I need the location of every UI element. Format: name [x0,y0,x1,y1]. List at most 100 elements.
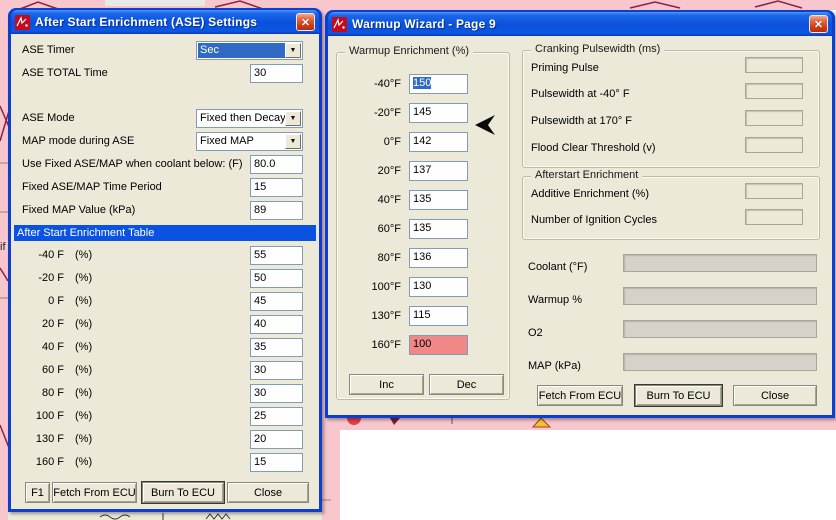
row-temp: 130 F [35,433,64,445]
o2-label: O2 [528,327,543,339]
table-row: 130 F (%) 20 [11,430,319,449]
flood-clear-field [745,137,803,153]
ase-titlebar[interactable]: After Start Enrichment (ASE) Settings ✕ [11,10,319,34]
inc-button[interactable]: Inc [349,374,424,395]
window-title: Warmup Wizard - Page 9 [352,17,496,31]
close-dialog-button[interactable]: Close [733,385,817,406]
warmup-row: 60°F 135 [337,219,509,239]
row-temp: -20 F [38,272,64,284]
group-title: Afterstart Enrichment [531,169,643,181]
map-kpa-label: MAP (kPa) [528,360,581,372]
warmup-row: 160°F 100 [337,335,509,355]
warmup-titlebar[interactable]: Warmup Wizard - Page 9 ✕ [328,12,832,36]
row-input[interactable]: 55 [250,246,303,265]
coolant-below-input[interactable]: 80.0 [250,155,303,174]
ase-mode-dropdown[interactable]: Fixed then Decay ▼ [196,109,303,128]
row-input-alert[interactable]: 100 [409,335,468,355]
row-input[interactable]: 15 [250,453,303,472]
row-temp: 40°F [377,194,401,206]
warmup-row: 80°F 136 [337,248,509,268]
row-temp: 60 F [41,364,64,376]
warmup-row: 20°F 137 [337,161,509,181]
row-input[interactable]: 30 [250,384,303,403]
row-temp: 100°F [371,281,401,293]
row-input[interactable]: 35 [250,338,303,357]
burn-to-ecu-button[interactable]: Burn To ECU [142,482,224,503]
row-temp: 0°F [383,136,401,148]
pulsewidth-170-label: Pulsewidth at 170° F [531,115,633,127]
row-temp: -40°F [373,78,401,90]
app-icon [15,14,30,30]
table-row: 160 F (%) 15 [11,453,319,472]
row-input[interactable]: 40 [250,315,303,334]
table-row: -40 F (%) 55 [11,246,319,265]
row-input[interactable]: 135 [409,190,468,210]
o2-readout [623,320,817,338]
priming-pulse-field [745,57,803,73]
warmup-row: -40°F 150 [337,74,509,94]
fetch-from-ecu-button[interactable]: Fetch From ECU [52,482,137,503]
close-button[interactable]: ✕ [809,15,828,33]
dec-button[interactable]: Dec [429,374,504,395]
ase-total-time-input[interactable]: 30 [250,64,303,83]
ase-timer-value: Sec [198,43,285,58]
f1-help-button[interactable]: F1 [25,482,50,503]
chevron-down-icon[interactable]: ▼ [285,134,301,149]
row-input[interactable]: 45 [250,292,303,311]
table-row: 20 F (%) 40 [11,315,319,334]
map-mode-dropdown[interactable]: Fixed MAP ▼ [196,132,303,151]
row-input[interactable]: 20 [250,430,303,449]
coolant-readout [623,254,817,272]
priming-pulse-label: Priming Pulse [531,62,599,74]
cranking-pulsewidth-group: Cranking Pulsewidth (ms) Priming Pulse P… [522,43,820,168]
row-temp: 0 F [48,295,64,307]
row-input[interactable]: 25 [250,407,303,426]
table-row: 40 F (%) 35 [11,338,319,357]
row-temp: 130°F [371,310,401,322]
warmup-enrichment-group: Warmup Enrichment (%) -40°F 150 -20°F 14… [336,45,510,400]
coolant-label: Coolant (°F) [528,261,588,273]
row-unit: (%) [75,249,93,261]
table-row: -20 F (%) 50 [11,269,319,288]
fixed-time-input[interactable]: 15 [250,178,303,197]
chevron-down-icon[interactable]: ▼ [285,43,301,58]
additive-enrichment-label: Additive Enrichment (%) [531,188,649,200]
row-input[interactable]: 137 [409,161,468,181]
row-input[interactable]: 142 [409,132,468,152]
ase-total-time-label: ASE TOTAL Time [22,67,108,79]
ase-timer-dropdown[interactable]: Sec ▼ [196,41,303,60]
row-input[interactable]: 30 [250,361,303,380]
row-temp: 60°F [377,223,401,235]
map-mode-value: Fixed MAP [200,135,254,147]
row-input[interactable]: 136 [409,248,468,268]
flood-clear-label: Flood Clear Threshold (v) [531,142,656,154]
selected-text: 150 [413,77,432,89]
pulsewidth-170-field [745,110,803,126]
ase-table-header: After Start Enrichment Table [14,225,316,241]
warmup-pct-readout [623,287,817,305]
table-row: 100 F (%) 25 [11,407,319,426]
fetch-from-ecu-button[interactable]: Fetch From ECU [537,385,623,406]
warmup-row: 100°F 130 [337,277,509,297]
row-input[interactable]: 50 [250,269,303,288]
row-input[interactable]: 145 [409,103,468,123]
row-input[interactable]: 115 [409,306,468,326]
close-button[interactable]: ✕ [296,13,315,31]
row-input[interactable]: 135 [409,219,468,239]
table-row: 60 F (%) 30 [11,361,319,380]
row-unit: (%) [75,456,93,468]
additive-enrichment-field [745,183,803,199]
fixed-map-input[interactable]: 89 [250,201,303,220]
map-mode-label: MAP mode during ASE [22,135,135,147]
row-input[interactable]: 130 [409,277,468,297]
row-temp: 160°F [371,339,401,351]
row-temp: 80 F [41,387,64,399]
row-input[interactable]: 150 [409,74,468,94]
app-icon [332,16,347,32]
row-temp: 100 F [35,410,64,422]
pulsewidth-minus40-label: Pulsewidth at -40° F [531,88,630,100]
close-dialog-button[interactable]: Close [227,482,309,503]
burn-to-ecu-button[interactable]: Burn To ECU [635,385,722,406]
chevron-down-icon[interactable]: ▼ [285,111,301,126]
close-icon: ✕ [300,16,311,29]
